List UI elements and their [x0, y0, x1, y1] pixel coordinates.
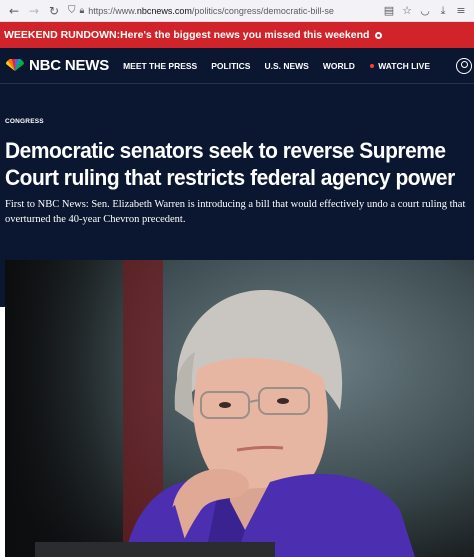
- section-eyebrow[interactable]: CONGRESS: [5, 118, 469, 125]
- nav-item-meet-the-press[interactable]: MEET THE PRESS: [123, 61, 197, 71]
- arrow-right-icon[interactable]: →: [27, 4, 41, 18]
- url-text[interactable]: https://www.nbcnews.com/politics/congres…: [88, 6, 376, 16]
- browser-toolbar: ← → ↻ ⛉ 🔒︎ https://www.nbcnews.com/polit…: [0, 0, 474, 22]
- address-bar[interactable]: ⛉ 🔒︎ https://www.nbcnews.com/politics/co…: [68, 3, 376, 19]
- nav-item-us-news[interactable]: U.S. NEWS: [264, 61, 308, 71]
- download-icon[interactable]: ⤓: [436, 4, 450, 18]
- nav-item-world[interactable]: WORLD: [323, 61, 355, 71]
- watch-live-label: WATCH LIVE: [378, 60, 430, 71]
- banner-dot-icon: [375, 31, 383, 39]
- weekend-rundown-banner[interactable]: WEEKEND RUNDOWN: Here's the biggest news…: [0, 22, 474, 48]
- article-dek: First to NBC News: Sen. Elizabeth Warren…: [5, 199, 466, 225]
- nav-item-politics[interactable]: POLITICS: [211, 61, 250, 71]
- banner-text: Here's the biggest news you missed this …: [120, 29, 370, 41]
- logo-wordmark: NBC NEWS: [29, 57, 110, 74]
- reader-view-icon[interactable]: ▤: [382, 4, 396, 18]
- peacock-icon: [6, 59, 24, 71]
- pocket-icon[interactable]: ◡: [418, 4, 432, 18]
- account-icon[interactable]: [456, 57, 472, 74]
- live-dot-icon: [370, 63, 375, 68]
- watch-live-link[interactable]: WATCH LIVE: [370, 61, 430, 71]
- main-nav: NBC NEWS MEET THE PRESS POLITICS U.S. NE…: [0, 48, 474, 84]
- bookmark-star-icon[interactable]: ☆: [400, 4, 414, 18]
- nbc-news-logo[interactable]: NBC NEWS: [4, 57, 109, 74]
- arrow-left-icon[interactable]: ←: [7, 4, 21, 18]
- banner-label: WEEKEND RUNDOWN:: [4, 29, 121, 41]
- menu-icon[interactable]: ≡: [454, 4, 468, 18]
- lead-photo-illustration: [5, 260, 474, 557]
- lock-icon[interactable]: 🔒︎: [80, 6, 85, 16]
- article-headline: Democratic senators seek to reverse Supr…: [5, 138, 455, 190]
- shield-icon[interactable]: ⛉: [68, 5, 76, 16]
- lead-photo[interactable]: [5, 260, 474, 557]
- reload-icon[interactable]: ↻: [47, 4, 61, 18]
